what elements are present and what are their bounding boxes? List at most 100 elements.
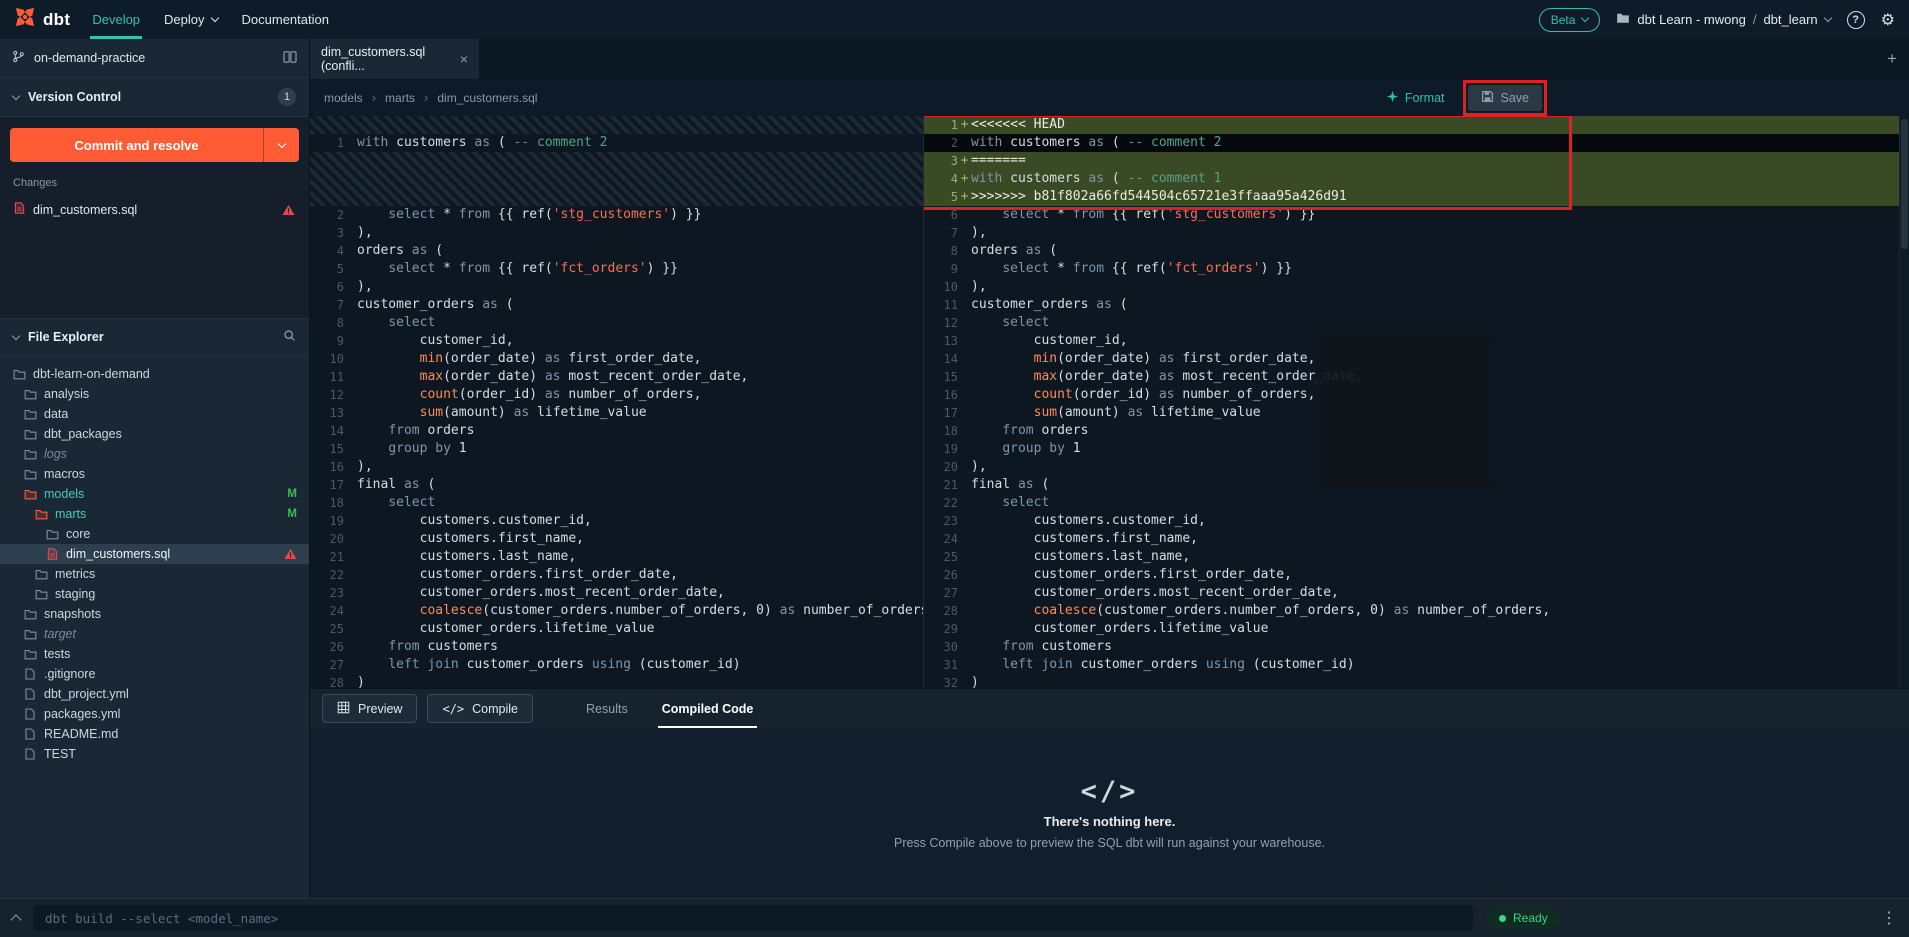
- save-button[interactable]: Save: [1468, 85, 1543, 111]
- nav-documentation[interactable]: Documentation: [242, 0, 329, 39]
- compile-button[interactable]: </> Compile: [427, 694, 533, 723]
- code-line-22[interactable]: 22 select: [924, 494, 1899, 512]
- nav-deploy[interactable]: Deploy: [164, 0, 217, 39]
- breadcrumb-models[interactable]: models: [324, 91, 363, 105]
- account-project-switcher[interactable]: dbt Learn - mwong / dbt_learn: [1616, 12, 1830, 27]
- code-line-23[interactable]: 23 customer_orders.most_recent_order_dat…: [310, 584, 923, 602]
- tree-item-dbt-learn-on-demand[interactable]: dbt-learn-on-demand: [0, 364, 309, 384]
- code-line-7[interactable]: 7customer_orders as (: [310, 296, 923, 314]
- code-line-6[interactable]: 6),: [310, 278, 923, 296]
- code-line-1[interactable]: 1with customers as ( -- comment 2: [310, 134, 923, 152]
- commit-and-resolve-button[interactable]: Commit and resolve: [10, 128, 299, 162]
- code-pane-right[interactable]: 1+<<<<<<< HEAD2with customers as ( -- co…: [924, 116, 1899, 688]
- code-line-17[interactable]: 17final as (: [310, 476, 923, 494]
- code-pane-left[interactable]: 1with customers as ( -- comment 2 2 selec…: [310, 116, 924, 688]
- code-line-20[interactable]: 20 customers.first_name,: [310, 530, 923, 548]
- tab-compiled-code[interactable]: Compiled Code: [645, 689, 771, 728]
- chevron-up-icon[interactable]: [10, 914, 21, 925]
- commit-options-caret[interactable]: [263, 128, 299, 162]
- preview-button[interactable]: Preview: [322, 694, 417, 723]
- tree-item-readme-md[interactable]: README.md: [0, 724, 309, 744]
- code-line-4[interactable]: 4+with customers as ( -- comment 1: [924, 170, 1899, 188]
- code-line-18[interactable]: 18 select: [310, 494, 923, 512]
- code-line-5[interactable]: 5+>>>>>>> b81f802a66fd544504c65721e3ffaa…: [924, 188, 1899, 206]
- code-line-4[interactable]: 4orders as (: [310, 242, 923, 260]
- code-line-29[interactable]: 29 customer_orders.lifetime_value: [924, 620, 1899, 638]
- code-line-12[interactable]: 12 count(order_id) as number_of_orders,: [310, 386, 923, 404]
- tree-item-staging[interactable]: staging: [0, 584, 309, 604]
- code-line-12[interactable]: 12 select: [924, 314, 1899, 332]
- format-button[interactable]: Format: [1386, 90, 1445, 106]
- beta-toggle[interactable]: Beta: [1539, 8, 1601, 32]
- editor-scrollbar[interactable]: [1899, 116, 1909, 688]
- code-line-10[interactable]: 10),: [924, 278, 1899, 296]
- tab-dim-customers[interactable]: dim_customers.sql (confli... ×: [310, 39, 480, 79]
- tree-item-dbt-project-yml[interactable]: dbt_project.yml: [0, 684, 309, 704]
- code-line-24[interactable]: 24 coalesce(customer_orders.number_of_or…: [310, 602, 923, 620]
- code-line-22[interactable]: 22 customer_orders.first_order_date,: [310, 566, 923, 584]
- code-line-10[interactable]: 10 min(order_date) as first_order_date,: [310, 350, 923, 368]
- tree-item-models[interactable]: modelsM: [0, 484, 309, 504]
- code-line-3[interactable]: 3),: [310, 224, 923, 242]
- version-control-header[interactable]: Version Control 1: [0, 78, 309, 116]
- code-line-6[interactable]: 6 select * from {{ ref('stg_customers') …: [924, 206, 1899, 224]
- code-line-8[interactable]: 8orders as (: [924, 242, 1899, 260]
- status-badge[interactable]: Ready: [1486, 907, 1561, 929]
- code-line-14[interactable]: 14 from orders: [310, 422, 923, 440]
- scrollbar-thumb[interactable]: [1901, 119, 1908, 249]
- changed-file-row[interactable]: dim_customers.sql: [10, 198, 299, 221]
- code-line-32[interactable]: 32): [924, 674, 1899, 688]
- tree-item-snapshots[interactable]: snapshots: [0, 604, 309, 624]
- tree-item-test[interactable]: TEST: [0, 744, 309, 764]
- code-line-19[interactable]: 19 customers.customer_id,: [310, 512, 923, 530]
- code-line-9[interactable]: 9 customer_id,: [310, 332, 923, 350]
- code-line-26[interactable]: 26 customer_orders.first_order_date,: [924, 566, 1899, 584]
- code-line-5[interactable]: 5 select * from {{ ref('fct_orders') }}: [310, 260, 923, 278]
- branch-name[interactable]: on-demand-practice: [34, 51, 145, 65]
- code-line-23[interactable]: 23 customers.customer_id,: [924, 512, 1899, 530]
- code-line-26[interactable]: 26 from customers: [310, 638, 923, 656]
- code-line-13[interactable]: 13 sum(amount) as lifetime_value: [310, 404, 923, 422]
- code-line-2[interactable]: 2 select * from {{ ref('stg_customers') …: [310, 206, 923, 224]
- tree-item-target[interactable]: target: [0, 624, 309, 644]
- tree-item-tests[interactable]: tests: [0, 644, 309, 664]
- code-line-31[interactable]: 31 left join customer_orders using (cust…: [924, 656, 1899, 674]
- code-line-8[interactable]: 8 select: [310, 314, 923, 332]
- code-line-3[interactable]: 3+=======: [924, 152, 1899, 170]
- tree-item-data[interactable]: data: [0, 404, 309, 424]
- tree-item-core[interactable]: core: [0, 524, 309, 544]
- reader-panel-icon[interactable]: [283, 51, 297, 66]
- code-line-27[interactable]: 27 left join customer_orders using (cust…: [310, 656, 923, 674]
- dbt-logo[interactable]: dbt: [14, 0, 70, 39]
- tree-item-macros[interactable]: macros: [0, 464, 309, 484]
- tree-item-dbt-packages[interactable]: dbt_packages: [0, 424, 309, 444]
- tree-item-metrics[interactable]: metrics: [0, 564, 309, 584]
- code-line-7[interactable]: 7),: [924, 224, 1899, 242]
- code-line-25[interactable]: 25 customers.last_name,: [924, 548, 1899, 566]
- dbt-command-input[interactable]: [33, 905, 1473, 931]
- tree-item-logs[interactable]: logs: [0, 444, 309, 464]
- code-line-1[interactable]: 1+<<<<<<< HEAD: [924, 116, 1899, 134]
- close-icon[interactable]: ×: [460, 51, 468, 67]
- code-line-11[interactable]: 11 max(order_date) as most_recent_order_…: [310, 368, 923, 386]
- code-line-27[interactable]: 27 customer_orders.most_recent_order_dat…: [924, 584, 1899, 602]
- tree-item--gitignore[interactable]: .gitignore: [0, 664, 309, 684]
- code-line-16[interactable]: 16),: [310, 458, 923, 476]
- help-button[interactable]: ?: [1847, 11, 1865, 29]
- tree-item-dim-customers-sql[interactable]: dim_customers.sql: [0, 544, 309, 564]
- code-line-30[interactable]: 30 from customers: [924, 638, 1899, 656]
- file-search-icon[interactable]: [283, 329, 296, 345]
- breadcrumb-file[interactable]: dim_customers.sql: [437, 91, 537, 105]
- tree-item-marts[interactable]: martsM: [0, 504, 309, 524]
- code-line-24[interactable]: 24 customers.first_name,: [924, 530, 1899, 548]
- code-line-15[interactable]: 15 group by 1: [310, 440, 923, 458]
- tree-item-analysis[interactable]: analysis: [0, 384, 309, 404]
- tree-item-packages-yml[interactable]: packages.yml: [0, 704, 309, 724]
- settings-gear-button[interactable]: ⚙: [1881, 10, 1895, 30]
- nav-develop[interactable]: Develop: [92, 0, 140, 39]
- code-line-11[interactable]: 11customer_orders as (: [924, 296, 1899, 314]
- new-tab-button[interactable]: +: [1875, 49, 1909, 69]
- code-line-28[interactable]: 28 coalesce(customer_orders.number_of_or…: [924, 602, 1899, 620]
- tab-results[interactable]: Results: [569, 689, 645, 728]
- breadcrumb-marts[interactable]: marts: [385, 91, 415, 105]
